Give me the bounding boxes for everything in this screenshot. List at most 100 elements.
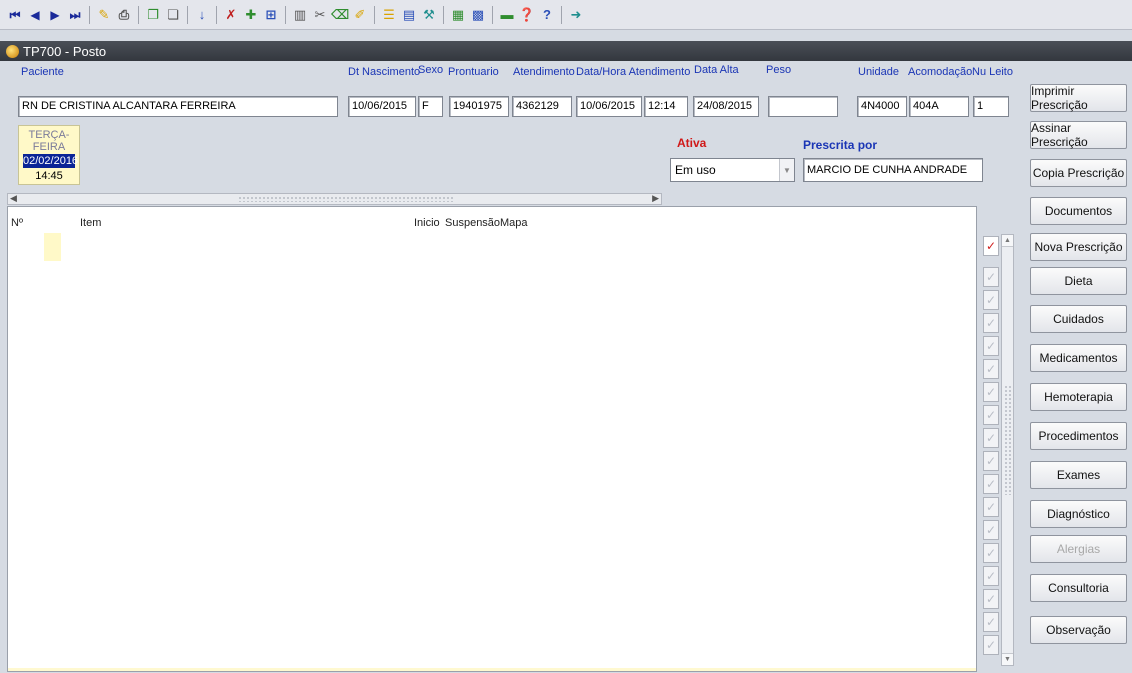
nascimento-field[interactable]: 10/06/2015	[348, 96, 416, 117]
print-icon[interactable]: ⎙	[115, 6, 133, 24]
dieta-button[interactable]: Dieta	[1030, 267, 1127, 295]
paciente-field[interactable]: RN DE CRISTINA ALCANTARA FERREIRA	[18, 96, 338, 117]
duplicate-icon[interactable]: ⊞	[262, 6, 280, 24]
cut-icon[interactable]: ✂	[311, 6, 329, 24]
prescription-date[interactable]: 02/02/2016	[23, 154, 78, 168]
toolbar-separator	[216, 5, 217, 24]
columns-icon[interactable]: ▥	[291, 6, 309, 24]
toolbar-separator	[443, 5, 444, 24]
nu-leito-label: Nu Leito	[972, 66, 1013, 78]
insert-icon[interactable]: ✚	[242, 6, 260, 24]
help-icon[interactable]: ❓	[518, 6, 536, 24]
prescription-items-grid: Nº Item Inicio Suspensão Mapa	[7, 206, 977, 672]
nascimento-label: Dt Nascimento	[348, 66, 421, 78]
row-check-icon[interactable]: ✓	[983, 236, 999, 256]
vertical-scrollbar[interactable]: ▲ ▼	[1001, 234, 1014, 666]
window-title: TP700 - Posto	[23, 43, 107, 59]
grid2-icon[interactable]: ▩	[469, 6, 487, 24]
scroll-right-icon[interactable]: ▶	[652, 193, 659, 204]
row-check-icon[interactable]: ✓	[983, 497, 999, 517]
clear-icon[interactable]: ⌫	[331, 6, 349, 24]
previous-record-icon[interactable]: ◀	[26, 6, 44, 24]
scroll-up-icon[interactable]: ▲	[1002, 235, 1013, 247]
app-icon	[6, 44, 19, 58]
procedimentos-button[interactable]: Procedimentos	[1030, 422, 1127, 450]
delete-icon[interactable]: ✗	[222, 6, 240, 24]
nu-leito-field[interactable]: 1	[973, 96, 1009, 117]
paste-icon[interactable]: ❏	[164, 6, 182, 24]
row-check-icon[interactable]: ✓	[983, 290, 999, 310]
toolbar-separator	[285, 5, 286, 24]
row-check-icon[interactable]: ✓	[983, 313, 999, 333]
peso-field[interactable]	[768, 96, 838, 117]
question-icon[interactable]: ?	[538, 6, 556, 24]
row-check-icon[interactable]: ✓	[983, 428, 999, 448]
toolbar-separator	[89, 5, 90, 24]
consultoria-button[interactable]: Consultoria	[1030, 574, 1127, 602]
row-check-icon[interactable]: ✓	[983, 474, 999, 494]
data-atendimento-field[interactable]: 10/06/2015	[576, 96, 642, 117]
grid-icon[interactable]: ▦	[449, 6, 467, 24]
unidade-field[interactable]: 4N4000	[857, 96, 907, 117]
scroll-thumb[interactable]	[1004, 385, 1011, 495]
imprimir-prescricao-button[interactable]: Imprimir Prescrição	[1030, 84, 1127, 112]
row-check-icon[interactable]: ✓	[983, 635, 999, 655]
assinar-prescricao-button[interactable]: Assinar Prescrição	[1030, 121, 1127, 149]
row-check-icon[interactable]: ✓	[983, 520, 999, 540]
nova-prescricao-button[interactable]: Nova Prescrição	[1030, 233, 1127, 261]
row-check-icon[interactable]: ✓	[983, 612, 999, 632]
prescrita-por-field[interactable]: MARCIO DE CUNHA ANDRADE	[803, 158, 983, 182]
horizontal-scrollbar[interactable]: ◀ ▶	[7, 193, 662, 205]
form-icon[interactable]: ▤	[400, 6, 418, 24]
row-check-icon[interactable]: ✓	[983, 336, 999, 356]
row-check-icon[interactable]: ✓	[983, 566, 999, 586]
data-alta-label: Data Alta	[694, 64, 739, 76]
toolbar-separator	[561, 5, 562, 24]
alergias-button[interactable]: Alergias	[1030, 535, 1127, 563]
observacao-button[interactable]: Observação	[1030, 616, 1127, 644]
green-bar-icon[interactable]: ▬	[498, 6, 516, 24]
acomodacao-field[interactable]: 404A	[909, 96, 969, 117]
diagnostico-button[interactable]: Diagnóstico	[1030, 500, 1127, 528]
copia-prescricao-button[interactable]: Copia Prescrição	[1030, 159, 1127, 187]
list-icon[interactable]: ☰	[380, 6, 398, 24]
cuidados-button[interactable]: Cuidados	[1030, 305, 1127, 333]
acomodacao-label: Acomodação	[908, 66, 973, 78]
tools-icon[interactable]: ⚒	[420, 6, 438, 24]
prescrita-por-label: Prescrita por	[803, 138, 878, 152]
atendimento-field[interactable]: 4362129	[512, 96, 572, 117]
status-select[interactable]: Em uso ▼	[670, 158, 795, 182]
row-check-icon[interactable]: ✓	[983, 267, 999, 287]
hemoterapia-button[interactable]: Hemoterapia	[1030, 383, 1127, 411]
scroll-thumb[interactable]	[238, 196, 453, 202]
exames-button[interactable]: Exames	[1030, 461, 1127, 489]
last-record-icon[interactable]: ⏭	[66, 6, 84, 24]
scroll-down-icon[interactable]: ▼	[1002, 653, 1013, 665]
row-check-icon[interactable]: ✓	[983, 405, 999, 425]
documentos-button[interactable]: Documentos	[1030, 197, 1127, 225]
pen-icon[interactable]: ✐	[351, 6, 369, 24]
prescription-date-box[interactable]: TERÇA-FEIRA 02/02/2016 14:45	[18, 125, 80, 185]
medicamentos-button[interactable]: Medicamentos	[1030, 344, 1127, 372]
row-check-icon[interactable]: ✓	[983, 451, 999, 471]
toolbar-separator	[187, 5, 188, 24]
exit-icon[interactable]: ➜	[567, 6, 585, 24]
row-check-icon[interactable]: ✓	[983, 589, 999, 609]
row-check-icon[interactable]: ✓	[983, 359, 999, 379]
paciente-label: Paciente	[21, 66, 64, 78]
data-alta-field[interactable]: 24/08/2015	[693, 96, 759, 117]
current-row-cell[interactable]	[44, 233, 61, 261]
copy-icon[interactable]: ❐	[144, 6, 162, 24]
first-record-icon[interactable]: ⏮	[6, 6, 24, 24]
row-check-icon[interactable]: ✓	[983, 382, 999, 402]
save-icon[interactable]: ↓	[193, 6, 211, 24]
status-value: Em uso	[675, 163, 716, 177]
next-record-icon[interactable]: ▶	[46, 6, 64, 24]
edit-icon[interactable]: ✎	[95, 6, 113, 24]
prontuario-field[interactable]: 19401975	[449, 96, 509, 117]
chevron-down-icon[interactable]: ▼	[779, 159, 794, 181]
scroll-left-icon[interactable]: ◀	[10, 193, 17, 204]
hora-atendimento-field[interactable]: 12:14	[644, 96, 688, 117]
sexo-field[interactable]: F	[418, 96, 443, 117]
row-check-icon[interactable]: ✓	[983, 543, 999, 563]
